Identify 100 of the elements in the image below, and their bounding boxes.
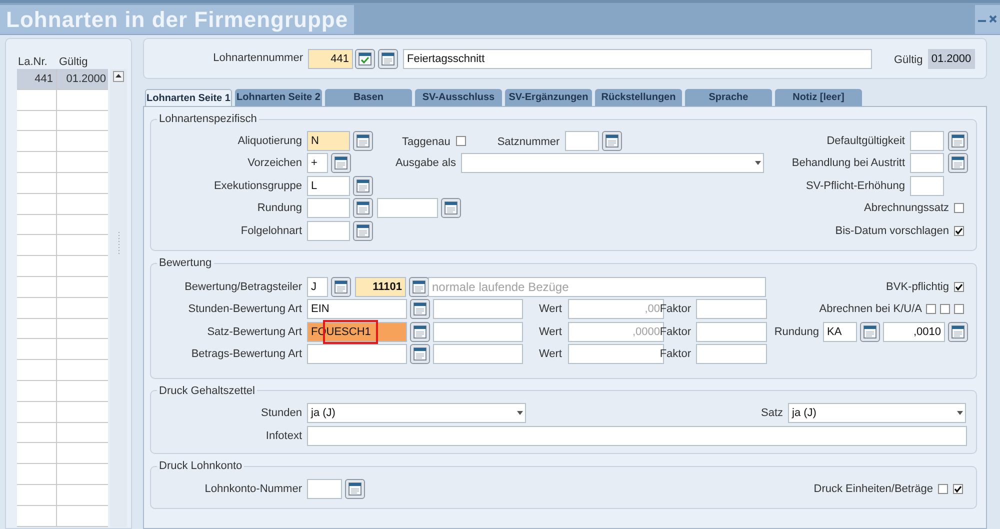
lookup-button[interactable] — [948, 130, 968, 151]
tab[interactable]: Rückstellungen — [595, 89, 682, 106]
input-field[interactable]: J — [307, 276, 328, 297]
input-field[interactable]: L — [307, 176, 350, 196]
calendar-icon — [444, 201, 458, 216]
input-field[interactable] — [910, 176, 944, 196]
table-cell — [57, 152, 108, 173]
lookup-button[interactable] — [602, 130, 622, 151]
lookup-button[interactable] — [353, 198, 373, 218]
input-field[interactable]: KA — [823, 322, 857, 342]
checkbox[interactable] — [953, 484, 963, 494]
calendar-icon — [334, 280, 348, 294]
table-cell — [17, 443, 57, 464]
checkbox[interactable] — [954, 226, 964, 236]
input-field[interactable] — [307, 426, 967, 446]
input-field[interactable] — [433, 344, 523, 364]
input-field[interactable] — [307, 344, 407, 364]
lookup-button[interactable] — [378, 48, 398, 68]
field-label: Ausgabe als — [395, 156, 456, 171]
table-cell — [57, 172, 108, 194]
input-field[interactable] — [307, 220, 350, 241]
checkmark-icon — [955, 226, 963, 235]
table-cell — [17, 214, 57, 236]
checkbox[interactable] — [456, 136, 466, 146]
lookup-button[interactable] — [410, 299, 430, 320]
checkbox[interactable] — [938, 484, 948, 494]
caret-icon — [957, 411, 963, 416]
lookup-button[interactable] — [345, 478, 365, 499]
input-field[interactable] — [696, 344, 767, 364]
checkbox[interactable] — [940, 304, 950, 314]
scrollbar[interactable] — [110, 69, 127, 527]
input-field[interactable]: Feiertagsschnitt — [403, 48, 872, 68]
calendar-icon — [356, 178, 370, 193]
input-field[interactable] — [564, 130, 599, 151]
field-label: Betrags-Bewertung Art — [191, 347, 302, 362]
input-field: 01.2000 — [928, 48, 975, 68]
calendar-icon — [863, 324, 877, 339]
input-field[interactable]: 11101 — [355, 276, 406, 297]
input-field[interactable] — [910, 130, 944, 151]
lookup-button[interactable] — [410, 344, 430, 364]
input-field[interactable]: ,0010 — [883, 322, 945, 342]
lookup-button[interactable] — [353, 176, 373, 196]
dropdown[interactable]: ja (J) — [788, 403, 966, 424]
table-cell — [57, 380, 108, 402]
lookup-button[interactable] — [860, 322, 880, 342]
field-label: Lohnkonto-Nummer — [204, 482, 302, 496]
lookup-button[interactable] — [441, 198, 461, 218]
input-field[interactable] — [377, 198, 438, 218]
checkbox[interactable] — [954, 282, 964, 292]
close-icon[interactable] — [989, 15, 997, 23]
lookup-button[interactable] — [353, 220, 373, 241]
tab[interactable]: Notiz [leer] — [775, 89, 862, 106]
input-field[interactable] — [433, 299, 523, 320]
scroll-up-icon[interactable] — [113, 71, 124, 82]
calendar-check-icon — [358, 52, 372, 66]
lookup-button[interactable] — [948, 322, 968, 342]
table-cell — [17, 276, 57, 298]
table-cell — [17, 422, 57, 444]
tab[interactable]: Basen — [325, 89, 412, 106]
lookup-button[interactable] — [948, 153, 968, 174]
input-field[interactable] — [696, 322, 767, 342]
field-label: Rundung — [774, 324, 819, 340]
calendar-icon — [348, 482, 362, 496]
input-field[interactable]: N — [307, 130, 350, 151]
lookup-button[interactable] — [331, 276, 351, 297]
table-cell — [17, 360, 57, 381]
table-cell — [57, 235, 108, 256]
checkbox[interactable] — [954, 304, 964, 314]
table-cell — [17, 194, 57, 215]
input-field[interactable] — [433, 322, 523, 342]
tab[interactable]: SV-Ergänzungen — [505, 89, 592, 106]
table-cell — [57, 506, 108, 527]
tab[interactable]: Sprache — [685, 89, 772, 106]
checkbox[interactable] — [926, 304, 936, 314]
input-field[interactable] — [307, 478, 342, 499]
tab[interactable]: Lohnarten Seite 1 — [145, 89, 232, 106]
lookup-button[interactable] — [353, 130, 373, 151]
dropdown[interactable]: ja (J) — [307, 403, 526, 424]
table-cell — [57, 131, 108, 152]
table-cell — [57, 276, 108, 298]
input-field[interactable]: 441 — [308, 48, 353, 68]
table-cell — [17, 90, 57, 111]
input-field[interactable] — [696, 299, 767, 320]
tab[interactable]: Lohnarten Seite 2 — [235, 89, 322, 106]
lookup-button[interactable] — [409, 276, 429, 297]
lookup-button[interactable] — [331, 153, 351, 174]
lookup-button[interactable] — [410, 322, 430, 342]
tab[interactable]: SV-Ausschluss — [415, 89, 502, 106]
input-field[interactable]: + — [307, 153, 328, 174]
lookup-button[interactable] — [355, 48, 375, 68]
calendar-icon — [356, 201, 370, 216]
checkbox[interactable] — [954, 203, 964, 214]
field-label: Vorzeichen — [248, 156, 302, 171]
table-cell — [17, 464, 57, 485]
input-field[interactable] — [910, 153, 944, 174]
table-cell — [57, 339, 108, 360]
list-row[interactable]: 441 01.2000 — [17, 69, 108, 90]
input-field[interactable]: EIN — [307, 299, 407, 320]
input-field[interactable] — [307, 198, 350, 218]
table-cell — [57, 298, 108, 319]
